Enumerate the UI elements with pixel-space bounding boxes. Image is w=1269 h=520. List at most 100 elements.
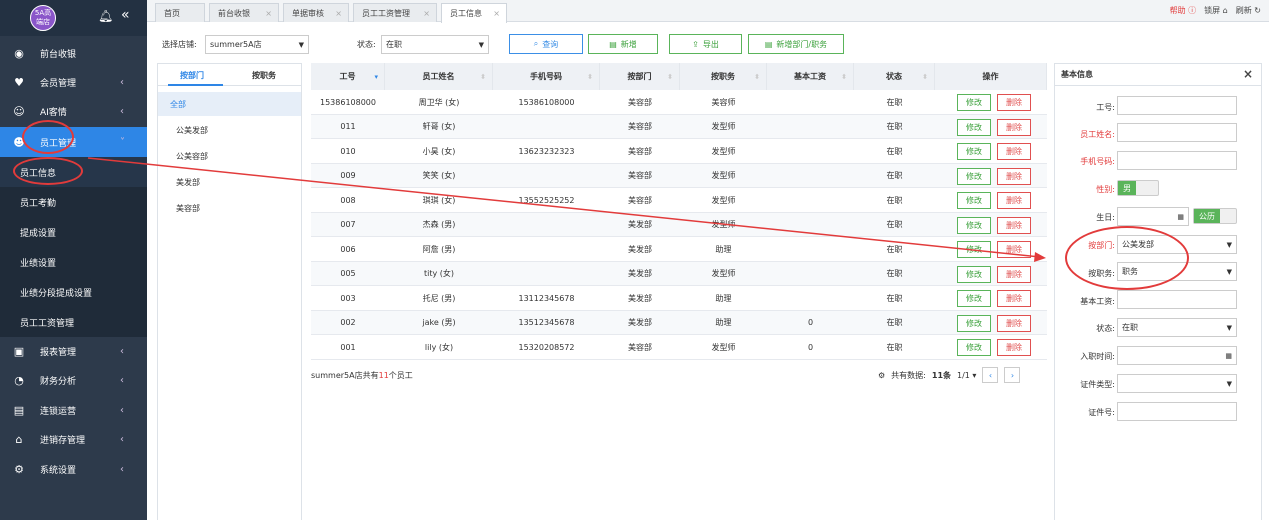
- join-date-input[interactable]: ▦: [1117, 346, 1237, 365]
- job-select[interactable]: 职务 ▼: [1117, 262, 1237, 281]
- id-input[interactable]: [1117, 96, 1237, 115]
- table-row[interactable]: 002 jake (男) 13512345678 美发部 助理 0 在职 修改 删除: [311, 310, 1047, 335]
- column-header[interactable]: 手机号码 ⬍: [493, 63, 600, 90]
- nav-chain[interactable]: ▤ 连锁运营 ‹: [0, 395, 147, 425]
- edit-button[interactable]: 修改: [957, 216, 991, 234]
- tab-salary[interactable]: 员工工资管理 ×: [353, 3, 437, 22]
- dept-item-all[interactable]: 全部: [158, 92, 301, 116]
- edit-button[interactable]: 修改: [957, 241, 991, 258]
- add-button[interactable]: ▤ 新增: [588, 34, 658, 54]
- edit-button[interactable]: 修改: [957, 118, 991, 136]
- gender-toggle[interactable]: 男: [1117, 180, 1159, 196]
- column-header[interactable]: 基本工资 ⬍: [767, 63, 854, 90]
- edit-button[interactable]: 修改: [957, 143, 991, 160]
- delete-button[interactable]: 删除: [997, 192, 1031, 209]
- status-select[interactable]: 在职 ▼: [1117, 318, 1237, 337]
- table-row[interactable]: 006 阿詹 (男) 美发部 助理 在职 修改 删除: [311, 237, 1047, 262]
- add-dept-button[interactable]: ▤ 新增部门/职务: [748, 34, 844, 54]
- delete-button[interactable]: 删除: [997, 216, 1031, 234]
- bell-icon[interactable]: 🔔︎: [98, 9, 113, 23]
- close-icon[interactable]: ×: [1243, 67, 1253, 81]
- table-row[interactable]: 15386108000 周卫华 (女) 15386108000 美容部 美容师 在职 修改删…: [311, 90, 1047, 115]
- tab-staff-info[interactable]: 员工信息 ×: [441, 3, 507, 23]
- tab-review[interactable]: 单据审核 ×: [283, 3, 349, 22]
- sort-icon[interactable]: ⬍: [754, 73, 760, 81]
- delete-button[interactable]: 删除: [997, 339, 1031, 356]
- close-icon[interactable]: ×: [265, 9, 272, 18]
- nav-inventory[interactable]: ⌂ 进销存管理 ‹: [0, 424, 147, 454]
- sub-attendance[interactable]: 员工考勤: [0, 187, 147, 217]
- dept-item[interactable]: 美发部: [158, 170, 301, 194]
- edit-button[interactable]: 修改: [957, 314, 991, 332]
- close-icon[interactable]: ×: [423, 9, 430, 18]
- column-header[interactable]: 员工姓名 ⬍: [385, 63, 493, 90]
- sub-commission[interactable]: 提成设置: [0, 217, 147, 247]
- column-header[interactable]: 工号 ▾: [311, 63, 385, 90]
- table-row[interactable]: 009 笑笑 (女) 美容部 发型师 在职 修改 删除: [311, 163, 1047, 188]
- prev-page-button[interactable]: ‹: [982, 367, 999, 383]
- nav-finance[interactable]: ◔ 财务分析 ‹: [0, 365, 147, 395]
- edit-button[interactable]: 修改: [957, 339, 991, 356]
- table-row[interactable]: 001 lily (女) 15320208572 美容部 发型师 0 在职 修改 删除: [311, 335, 1047, 360]
- salary-input[interactable]: [1117, 290, 1237, 309]
- edit-button[interactable]: 修改: [957, 167, 991, 185]
- tab-by-job[interactable]: 按职务: [252, 70, 276, 81]
- pager-gear-icon[interactable]: ⚙: [878, 371, 885, 380]
- next-page-button[interactable]: ›: [1004, 367, 1021, 383]
- dept-item[interactable]: 美容部: [158, 196, 301, 220]
- nav-members[interactable]: ♥ 会员管理 ‹: [0, 67, 147, 97]
- table-row[interactable]: 008 琪琪 (女) 13552525252 美容部 发型师 在职 修改 删除: [311, 188, 1047, 213]
- dept-item[interactable]: 公美发部: [158, 118, 301, 142]
- edit-button[interactable]: 修改: [957, 265, 991, 283]
- delete-button[interactable]: 删除: [997, 167, 1031, 185]
- delete-button[interactable]: 删除: [997, 314, 1031, 332]
- table-row[interactable]: 005 tity (女) 美发部 发型师 在职 修改 删除: [311, 261, 1047, 286]
- sort-icon[interactable]: ⬍: [841, 73, 847, 81]
- sort-icon[interactable]: ⬍: [587, 73, 593, 81]
- tab-home[interactable]: 首页: [155, 3, 205, 22]
- sub-tiered-commission[interactable]: 业绩分段提成设置: [0, 277, 147, 307]
- nav-reports[interactable]: ▣ 报表管理 ‹: [0, 336, 147, 366]
- close-icon[interactable]: ×: [335, 9, 342, 18]
- sub-staff-info[interactable]: 员工信息: [0, 157, 147, 187]
- store-select[interactable]: summer5A店 ▼: [205, 35, 309, 54]
- nav-ai[interactable]: ☺ AI客情 ‹: [0, 96, 147, 126]
- query-button[interactable]: ⌕ 查询: [509, 34, 583, 54]
- delete-button[interactable]: 删除: [997, 94, 1031, 111]
- calendar-icon[interactable]: ▦: [1225, 352, 1232, 360]
- export-button[interactable]: ⇪ 导出: [669, 34, 742, 54]
- edit-button[interactable]: 修改: [957, 192, 991, 209]
- birthday-input[interactable]: ▦: [1117, 207, 1189, 226]
- tab-by-dept[interactable]: 按部门: [180, 70, 204, 81]
- sort-icon[interactable]: ⬍: [922, 73, 928, 81]
- table-row[interactable]: 011 轩哥 (女) 美容部 发型师 在职 修改 删除: [311, 114, 1047, 139]
- sub-salary[interactable]: 员工工资管理: [0, 307, 147, 337]
- dept-item[interactable]: 公美容部: [158, 144, 301, 168]
- table-row[interactable]: 003 托尼 (男) 13112345678 美发部 助理 在职 修改 删除: [311, 286, 1047, 311]
- nav-cashier[interactable]: ◉ 前台收银: [0, 38, 147, 68]
- column-header[interactable]: 按职务 ⬍: [680, 63, 767, 90]
- dept-select[interactable]: 公美发部 ▼: [1117, 235, 1237, 254]
- edit-button[interactable]: 修改: [957, 94, 991, 111]
- table-row[interactable]: 007 杰森 (男) 美发部 发型师 在职 修改 删除: [311, 212, 1047, 237]
- nav-settings[interactable]: ⚙ 系统设置 ‹: [0, 454, 147, 484]
- phone-input[interactable]: [1117, 151, 1237, 170]
- name-input[interactable]: [1117, 123, 1237, 142]
- refresh-link[interactable]: 刷新 ↻: [1236, 5, 1261, 16]
- delete-button[interactable]: 删除: [997, 143, 1031, 160]
- calendar-toggle[interactable]: 公历: [1193, 208, 1237, 224]
- nav-staff[interactable]: ☻ 员工管理 ˅: [0, 127, 147, 157]
- page-select[interactable]: 1/1 ▾: [957, 371, 976, 380]
- close-icon[interactable]: ×: [493, 9, 500, 18]
- store-logo[interactable]: 5A高 端店: [30, 5, 56, 31]
- sub-performance[interactable]: 业绩设置: [0, 247, 147, 277]
- delete-button[interactable]: 删除: [997, 265, 1031, 283]
- sort-icon[interactable]: ▾: [374, 73, 378, 81]
- delete-button[interactable]: 删除: [997, 241, 1031, 258]
- help-link[interactable]: 帮助 ⓘ: [1170, 5, 1197, 16]
- edit-button[interactable]: 修改: [957, 290, 991, 307]
- tab-cashier[interactable]: 前台收银 ×: [209, 3, 279, 22]
- calendar-icon[interactable]: ▦: [1177, 213, 1184, 221]
- lock-link[interactable]: 锁屏 ⌂: [1204, 5, 1228, 16]
- column-header[interactable]: 按部门 ⬍: [600, 63, 680, 90]
